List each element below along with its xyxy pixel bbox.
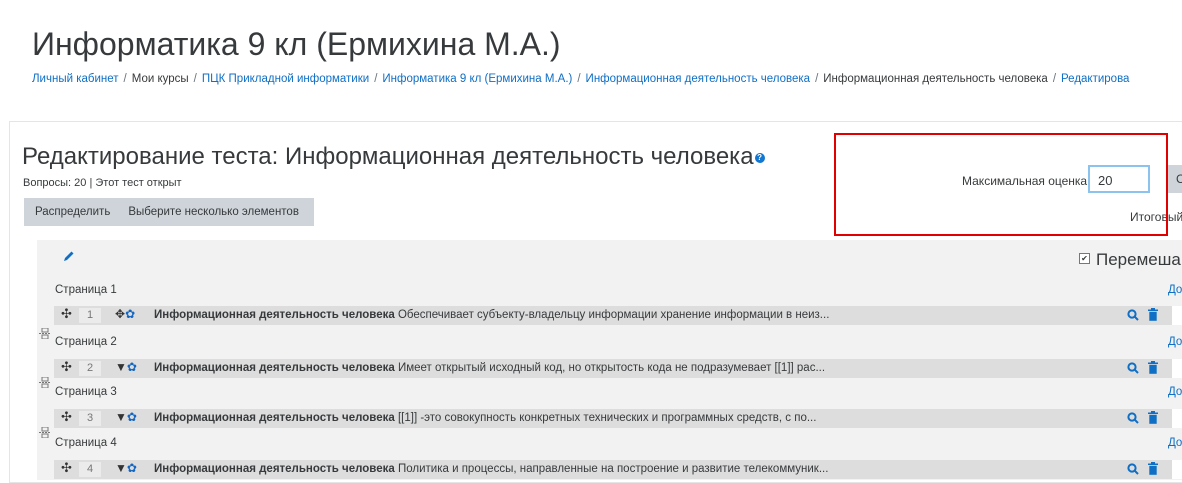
trash-icon[interactable] <box>1148 361 1158 374</box>
trash-icon[interactable] <box>1148 411 1158 424</box>
breadcrumb-section[interactable]: Информационная деятельность человека <box>586 73 811 85</box>
question-name: Информационная деятельность человека <box>154 412 395 424</box>
course-title: Информатика 9 кл (Ермихина М.А.) <box>32 26 561 62</box>
mark-input[interactable] <box>1172 409 1182 428</box>
select-multiple-button[interactable]: Выберите несколько элементов <box>117 206 306 218</box>
question-body: Политика и процессы, направленные на пос… <box>397 463 829 475</box>
page-title-text: Редактирование теста: Информационная дея… <box>22 143 754 170</box>
question-number: 2 <box>79 361 101 376</box>
pencil-icon[interactable] <box>63 250 75 262</box>
question-slot: ✣ 2 ▼✿ Информационная деятельность челов… <box>54 359 1182 378</box>
trash-icon[interactable] <box>1148 462 1158 475</box>
page-break-icon[interactable] <box>39 328 51 339</box>
question-body: Обеспечивает субъекту-владельцу информац… <box>397 309 830 321</box>
breadcrumb-quiz: Информационная деятельность человека <box>823 73 1048 85</box>
breadcrumb-category[interactable]: ПЦК Прикладной информатики <box>202 73 369 85</box>
breadcrumb-dashboard[interactable]: Личный кабинет <box>32 73 119 85</box>
mark-input[interactable] <box>1172 460 1182 479</box>
question-type-icon: ▼✿ <box>115 360 137 374</box>
breadcrumb: Личный кабинет / Мои курсы / ПЦК Прикладной … <box>32 73 1130 85</box>
move-icon[interactable]: ✣ <box>61 409 72 425</box>
page-heading: Страница 2 <box>55 336 117 348</box>
preview-icon[interactable] <box>1127 362 1139 374</box>
add-link[interactable]: До <box>1168 284 1182 296</box>
page-break-icon[interactable] <box>39 377 51 388</box>
question-number: 3 <box>79 411 101 426</box>
page-break-icon[interactable] <box>39 427 51 438</box>
question-name: Информационная деятельность человека <box>154 362 395 374</box>
move-icon[interactable]: ✣ <box>61 306 72 322</box>
page-heading: Страница 4 <box>55 437 117 449</box>
question-type-icon: ✥✿ <box>115 307 136 321</box>
breadcrumb-my-courses: Мои курсы <box>131 73 189 85</box>
help-icon[interactable]: ? <box>754 152 765 163</box>
question-text[interactable]: Информационная деятельность человека Пол… <box>154 463 828 475</box>
save-grade-button[interactable]: С <box>1166 165 1182 193</box>
preview-icon[interactable] <box>1127 309 1139 321</box>
question-slot: ✣ 1 ✥✿ Информационная деятельность челов… <box>54 306 1182 325</box>
question-number: 4 <box>79 462 101 477</box>
question-text[interactable]: Информационная деятельность человека [[1… <box>154 412 816 424</box>
breadcrumb-edit[interactable]: Редактирова <box>1061 73 1129 85</box>
question-body: [[1]] -это совокупность конкретных техни… <box>397 412 817 424</box>
max-grade-input[interactable] <box>1088 165 1150 193</box>
question-slot: ✣ 3 ▼✿ Информационная деятельность челов… <box>54 409 1182 428</box>
page-title: Редактирование теста: Информационная дея… <box>22 143 765 171</box>
question-slot: ✣ 4 ▼✿ Информационная деятельность челов… <box>54 460 1182 479</box>
max-grade-label: Максимальная оценка <box>962 174 1088 188</box>
move-icon[interactable]: ✣ <box>61 359 72 375</box>
preview-icon[interactable] <box>1127 412 1139 424</box>
total-marks-label: Итоговый <box>1130 210 1182 224</box>
add-link[interactable]: До <box>1168 336 1182 348</box>
breadcrumb-course[interactable]: Информатика 9 кл (Ермихина М.А.) <box>382 73 572 85</box>
question-number: 1 <box>79 308 101 323</box>
question-body: Имеет открытый исходный код, но открытос… <box>397 362 826 374</box>
shuffle-label: Перемеша <box>1096 250 1181 269</box>
quiz-status: Вопросы: 20 | Этот тест открыт <box>23 177 182 189</box>
mark-input[interactable] <box>1172 306 1182 325</box>
question-name: Информационная деятельность человека <box>154 463 395 475</box>
question-type-icon: ▼✿ <box>115 410 137 424</box>
actions-bar: Распределить Выберите несколько элементо… <box>24 198 314 226</box>
repaginate-button[interactable]: Распределить <box>24 206 117 218</box>
shuffle-control[interactable]: ✔ Перемеша <box>1079 250 1181 270</box>
question-text[interactable]: Информационная деятельность человека Обе… <box>154 309 829 321</box>
shuffle-checkbox[interactable]: ✔ <box>1079 253 1090 265</box>
question-name: Информационная деятельность человека <box>154 309 395 321</box>
mark-input[interactable] <box>1172 359 1182 378</box>
move-icon[interactable]: ✣ <box>61 460 72 476</box>
add-link[interactable]: До <box>1168 437 1182 449</box>
page-heading: Страница 1 <box>55 284 117 296</box>
trash-icon[interactable] <box>1148 308 1158 321</box>
page-heading: Страница 3 <box>55 386 117 398</box>
add-link[interactable]: До <box>1168 386 1182 398</box>
preview-icon[interactable] <box>1127 463 1139 475</box>
question-text[interactable]: Информационная деятельность человека Име… <box>154 362 825 374</box>
